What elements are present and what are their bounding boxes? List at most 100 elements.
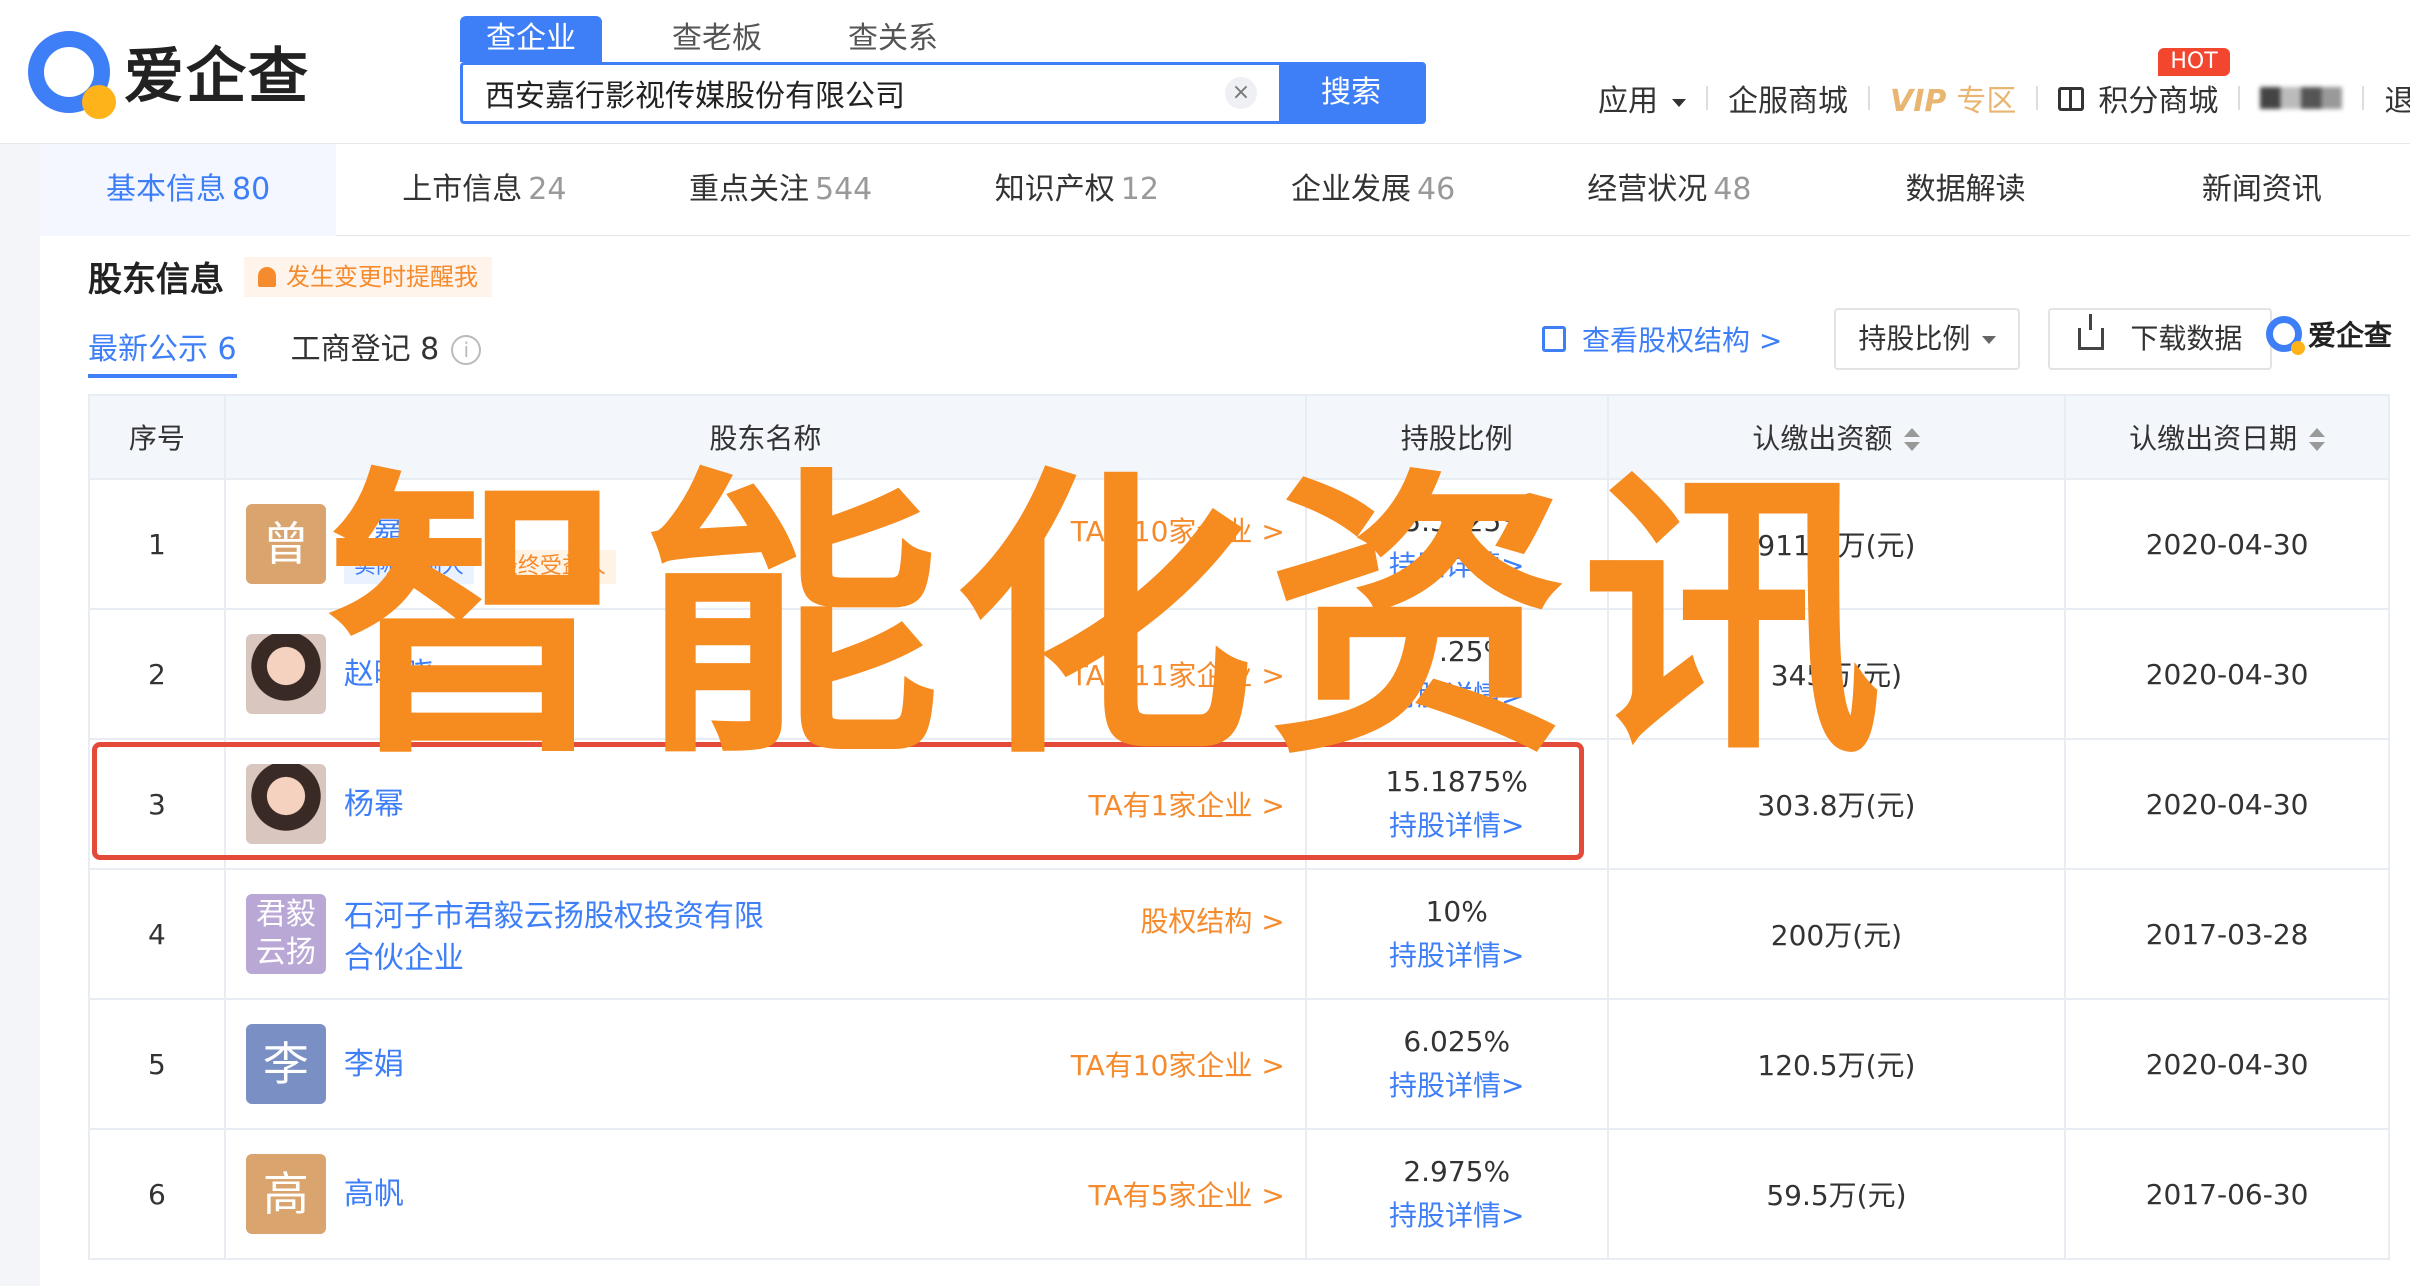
vip-link[interactable]: VIP 专区	[1890, 76, 2016, 120]
holding-detail-link[interactable]: 持股详情>	[1307, 1064, 1607, 1108]
ratio-value: 6.025%	[1403, 1025, 1511, 1058]
holder-name-link[interactable]: 曾嘉	[344, 506, 404, 548]
top-header: 爱企查 查企业 查老板 查关系 × 搜索 HOT 应用 企服商城 VIP 专区 积…	[0, 0, 2410, 144]
tab-label: 企业发展	[1291, 172, 1412, 207]
sort-dropdown[interactable]: 持股比例	[1834, 308, 2021, 370]
date-cell: 2020-04-30	[2064, 738, 2390, 870]
tab-count: 12	[1120, 172, 1159, 207]
tab-listing-info[interactable]: 上市信息 24	[336, 144, 632, 236]
info-icon[interactable]: i	[451, 335, 482, 365]
section-header: 股东信息 发生变更时提醒我	[88, 252, 492, 301]
avatar: 君毅云扬	[245, 894, 326, 974]
column-header-no: 序号	[88, 394, 226, 480]
holder-companies-link[interactable]: TA有5家企业 >	[1089, 1174, 1285, 1214]
search-button[interactable]: 搜索	[1279, 65, 1423, 121]
tab-label: 基本信息	[106, 172, 227, 207]
holder-cell: 君毅云扬 石河子市君毅云扬股权投资有限合伙企业 股权结构 >	[223, 868, 1307, 1000]
view-structure-label: 查看股权结构 >	[1582, 324, 1783, 357]
divider	[2036, 86, 2039, 110]
holding-detail-link[interactable]: 持股详情>	[1307, 934, 1607, 978]
tab-key-focus[interactable]: 重点关注 544	[633, 144, 929, 236]
holder-name-link[interactable]: 杨幂	[344, 784, 404, 826]
tab-operations[interactable]: 经营状况 48	[1521, 144, 1817, 236]
structure-icon	[1542, 326, 1566, 352]
holder-name-link[interactable]: 赵晓晓	[344, 654, 434, 696]
search-tab-relation[interactable]: 查关系	[822, 16, 964, 62]
tab-ip[interactable]: 知识产权 12	[929, 144, 1225, 236]
sort-icon[interactable]	[1904, 427, 1921, 451]
view-structure-link[interactable]: 查看股权结构 >	[1542, 319, 1782, 359]
apps-menu[interactable]: 应用	[1598, 76, 1686, 120]
holding-detail-link[interactable]: 持股详情>	[1307, 1194, 1607, 1238]
download-button[interactable]: 下载数据	[2048, 308, 2273, 370]
holder-cell: 杨幂 TA有1家企业 >	[223, 738, 1307, 870]
date-cell: 2017-06-30	[2064, 1128, 2390, 1260]
ratio-value: 45.5625%	[1385, 505, 1528, 538]
table-row: 6 高高帆 TA有5家企业 > 2.975% 持股详情> 59.5万(元) 2017-06-…	[88, 1128, 2390, 1260]
change-reminder-button[interactable]: 发生变更时提醒我	[244, 256, 492, 297]
brand-name: 爱企查	[124, 42, 310, 112]
ratio-value: 17.25%	[1403, 635, 1511, 668]
column-header-ratio: 持股比例	[1304, 394, 1609, 480]
tab-data-insight[interactable]: 数据解读	[1818, 144, 2114, 236]
holder-companies-link[interactable]: TA有10家企业 >	[1071, 1044, 1285, 1084]
user-name-blurred[interactable]	[2260, 87, 2343, 109]
holder-name-link[interactable]: 石河子市君毅云扬股权投资有限合伙企业	[344, 896, 764, 980]
ratio-value: 10%	[1425, 895, 1488, 928]
logout-link[interactable]: 退出	[2384, 76, 2410, 120]
holder-companies-link[interactable]: 股权结构 >	[1140, 900, 1284, 940]
ratio-value: 15.1875%	[1385, 765, 1528, 798]
amount-cell: 303.8万(元)	[1606, 738, 2067, 870]
search-box: × 搜索	[460, 62, 1426, 124]
amount-cell: 59.5万(元)	[1606, 1128, 2067, 1260]
ratio-cell: 10% 持股详情>	[1304, 868, 1609, 1000]
holder-companies-link[interactable]: TA有1家企业 >	[1089, 784, 1285, 824]
mini-brand-logo: 爱企查	[2266, 314, 2393, 355]
tab-label: 新闻资讯	[2201, 172, 2322, 207]
tab-development[interactable]: 企业发展 46	[1225, 144, 1521, 236]
holding-detail-link[interactable]: 持股详情>	[1307, 544, 1607, 588]
main-content: 基本信息 80 上市信息 24 重点关注 544 知识产权 12 企业发展 46 经营状况…	[40, 144, 2410, 1286]
column-header-date[interactable]: 认缴出资日期	[2064, 394, 2390, 480]
holding-detail-link[interactable]: 持股详情>	[1307, 674, 1607, 718]
tab-latest-disclosure[interactable]: 最新公示 6	[88, 324, 237, 378]
brand-logo[interactable]: 爱企查	[28, 28, 310, 119]
mini-brand-name: 爱企查	[2308, 319, 2393, 352]
tab-business-registration[interactable]: 工商登记 8 i	[291, 324, 482, 378]
top-nav: 应用 企服商城 VIP 专区 积分商城 退出	[1598, 76, 2410, 120]
tab-count: 48	[1713, 172, 1752, 207]
holding-detail-link[interactable]: 持股详情>	[1307, 804, 1607, 848]
row-number: 2	[88, 608, 226, 740]
mall-link[interactable]: 企服商城	[1728, 76, 1848, 120]
download-icon	[2078, 314, 2105, 350]
ratio-cell: 15.1875% 持股详情>	[1304, 738, 1609, 870]
points-label: 积分商城	[2098, 84, 2219, 119]
points-mall-link[interactable]: 积分商城	[2058, 76, 2218, 120]
hot-badge: HOT	[2158, 48, 2230, 76]
column-header-name: 股东名称	[223, 394, 1307, 480]
search-tab-company[interactable]: 查企业	[460, 16, 602, 62]
tab-label: 重点关注	[688, 172, 809, 207]
holder-cell: 赵晓晓 TA有11家企业 >	[223, 608, 1307, 740]
shareholder-table: 序号 股东名称 持股比例 认缴出资额 认缴出资日期 1 曾曾嘉 TA有10家企业 >…	[88, 394, 2390, 1260]
download-label: 下载数据	[2130, 322, 2243, 355]
avatar	[245, 764, 326, 844]
tab-news[interactable]: 新闻资讯	[2114, 144, 2410, 236]
ratio-cell: 17.25% 持股详情>	[1304, 608, 1609, 740]
holder-companies-link[interactable]: TA有11家企业 >	[1071, 654, 1285, 694]
search-input[interactable]	[463, 65, 1225, 121]
sort-icon[interactable]	[2309, 427, 2326, 451]
page: 爱企查 查企业 查老板 查关系 × 搜索 HOT 应用 企服商城 VIP 专区 积…	[0, 0, 2410, 1286]
tab-count: 80	[232, 172, 271, 207]
holder-companies-link[interactable]: TA有10家企业 >	[1071, 510, 1285, 550]
tab-basic-info[interactable]: 基本信息 80	[40, 144, 337, 236]
holder-tags: 实际控制人 最终受益人	[343, 550, 628, 584]
holder-name-link[interactable]: 李娟	[344, 1044, 404, 1086]
search-tab-boss[interactable]: 查老板	[646, 16, 788, 62]
chevron-down-icon	[1672, 98, 1686, 107]
divider	[1868, 86, 1870, 110]
holder-name-link[interactable]: 高帆	[344, 1174, 404, 1216]
clear-icon[interactable]: ×	[1225, 77, 1257, 109]
ratio-cell: 45.5625% 持股详情>	[1304, 478, 1609, 610]
column-header-amount[interactable]: 认缴出资额	[1606, 394, 2067, 480]
